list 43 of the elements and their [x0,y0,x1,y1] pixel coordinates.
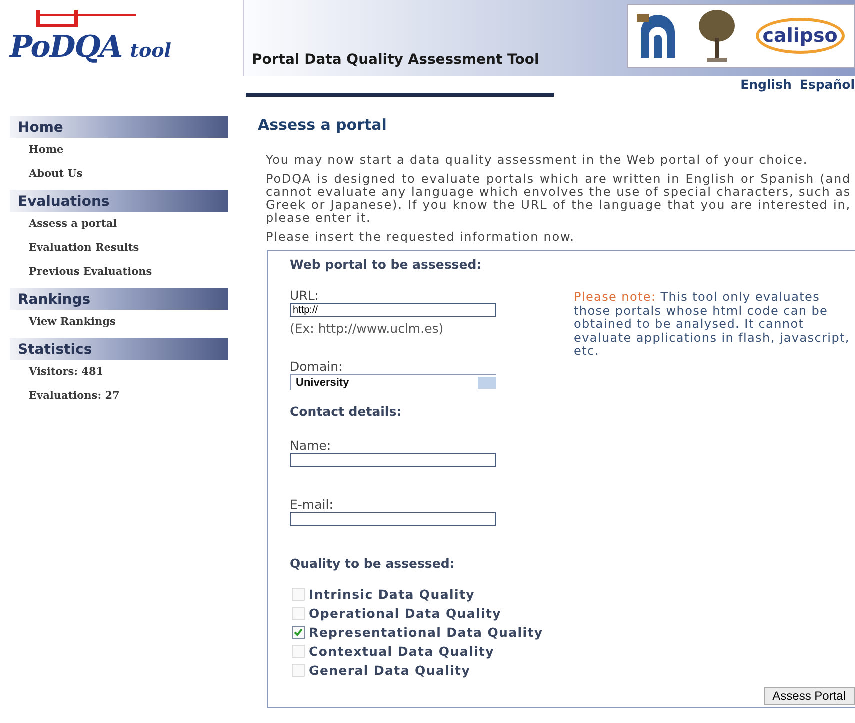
sidebar-heading: Statistics [10,338,228,360]
domain-dropdown[interactable]: University [290,374,496,390]
banner-title: Portal Data Quality Assessment Tool [252,52,540,68]
checkbox-label: General Data Quality [309,663,471,678]
sidebar-heading: Evaluations [10,190,228,212]
sidebar-item[interactable]: Home [29,144,64,156]
checkbox-label: Contextual Data Quality [309,644,494,659]
url-field[interactable]: http:// [290,303,496,317]
checkbox-label: Intrinsic Data Quality [309,587,475,602]
field-label: Name: [290,438,332,453]
tree-icon [697,8,738,64]
checkbox-label: Operational Data Quality [309,606,502,621]
section-title: Contact details: [290,404,403,419]
checkbox[interactable] [292,626,305,639]
email-field[interactable] [290,512,496,526]
field-label: E-mail: [290,497,334,512]
sidebar-item[interactable]: About Us [29,168,83,180]
sidebar-heading: Rankings [10,288,228,310]
note-text: Please note: This tool only evaluates those portals whose html code can be obtained to be analysed. It cannot evaluate applications in flash, javascript, etc. [574,291,850,360]
example-hint: (Ex: http://www.uclm.es) [290,321,445,336]
field-label: URL: [290,288,320,303]
assess-portal-button[interactable]: Assess Portal [764,687,855,705]
intro-text: You may now start a data quality assessment in the Web portal of your choice. [266,154,810,167]
section-title: Quality to be assessed: [290,556,456,571]
sidebar-item[interactable]: Assess a portal [29,218,118,230]
logo-name: PoDQA [10,30,122,65]
calipso-logo: calipso [756,18,845,54]
page-title: Assess a portal [258,116,388,134]
language-link[interactable]: English [740,77,792,92]
sidebar-item[interactable]: Visitors: 481 [29,366,104,378]
name-field[interactable] [290,453,496,467]
language-link[interactable]: Español [800,77,855,92]
field-label: Domain: [290,359,344,374]
intro-text: Please insert the requested information now. [266,231,576,244]
sidebar-heading: Home [10,116,228,138]
logo-suffix: tool [130,40,172,62]
section-title: Web portal to be assessed: [290,257,483,272]
intro-text: PoDQA is designed to evaluate portals which are written in English or Spanish (and cannot evaluate any language which envolves the use of special characters, such as Greek or Japanese). If you know the URL of the language that you are interested in, please enter it. [266,173,851,225]
sidebar-item[interactable]: Previous Evaluations [29,266,152,278]
checkbox-label: Representational Data Quality [309,625,544,640]
sidebar-item[interactable]: View Rankings [29,316,116,328]
sidebar-item[interactable]: Evaluations: 27 [29,390,120,402]
sidebar-item[interactable]: Evaluation Results [29,242,140,254]
